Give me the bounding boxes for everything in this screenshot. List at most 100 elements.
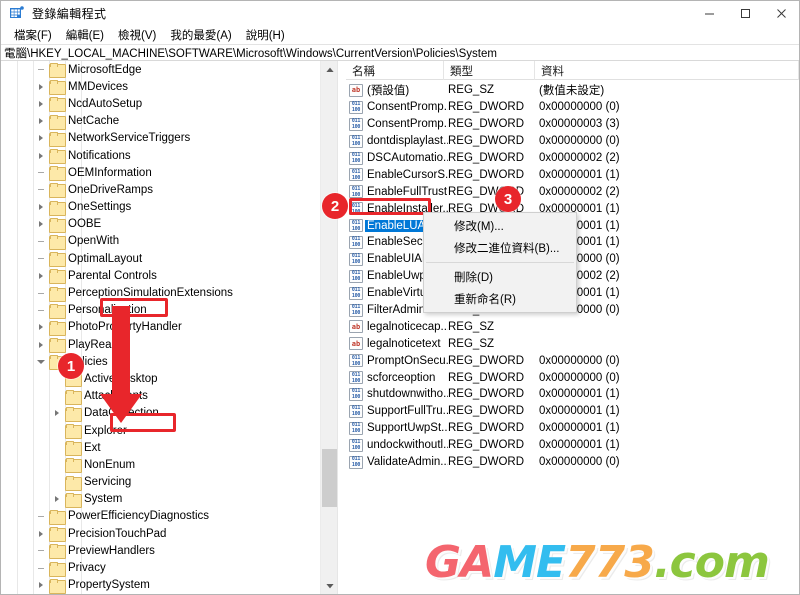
table-row[interactable]: ab legalnoticetext REG_SZ — [346, 335, 799, 352]
tree-item-ncdautosetup[interactable]: NcdAutoSetup — [2, 95, 320, 113]
tree-item-oobe[interactable]: OOBE — [2, 216, 320, 233]
chevron-right-icon[interactable] — [33, 268, 49, 284]
title-bar[interactable]: 登錄編輯程式 — [1, 1, 799, 25]
table-row[interactable]: 011 100 shutdownwitho... REG_DWORD 0x0000000… — [346, 386, 799, 403]
tree-item-parental-controls[interactable]: Parental Controls — [2, 267, 320, 285]
tree-item-nonenum[interactable]: NonEnum — [2, 456, 320, 474]
table-row[interactable]: 011 100 undockwithoutl... REG_DWORD 0x000000… — [346, 437, 799, 454]
registry-key-tree[interactable]: MicrosoftEdge MMDevices NcdAutoSetup NetCac… — [2, 61, 320, 594]
table-row[interactable]: 011 100 scforceoption REG_DWORD 0x00000000 (… — [346, 369, 799, 386]
table-row[interactable]: 011 100 DSCAutomatio... REG_DWORD 0x00000002… — [346, 150, 799, 167]
chevron-right-icon[interactable] — [33, 79, 49, 95]
chevron-right-icon[interactable] — [49, 405, 65, 421]
tree-item-previewhandlers[interactable]: PreviewHandlers — [2, 542, 320, 560]
maximize-button[interactable] — [727, 1, 763, 25]
context-menu-item-2[interactable]: 修改二進位資料(B)... — [424, 237, 576, 259]
dword-value-icon: 011 100 — [349, 168, 363, 182]
context-menu-item-3[interactable]: 刪除(D) — [424, 266, 576, 288]
tree-item-optimallayout[interactable]: OptimalLayout — [2, 250, 320, 268]
table-row[interactable]: 011 100 ConsentPromp... REG_DWORD 0x00000003… — [346, 116, 799, 133]
table-row[interactable]: 011 100 EnableFullTrust... REG_DWORD 0x00000… — [346, 183, 799, 200]
chevron-right-icon[interactable] — [33, 130, 49, 146]
value-name: SupportFullTru... — [367, 405, 448, 418]
tree-item-label: Privacy — [68, 562, 106, 575]
tree-item-policies[interactable]: Policies — [2, 353, 320, 371]
tree-item-precisiontouchpad[interactable]: PrecisionTouchPad — [2, 525, 320, 543]
table-row[interactable]: ab legalnoticecap... REG_SZ — [346, 318, 799, 335]
column-header-data[interactable]: 資料 — [535, 61, 799, 80]
tree-item-photopropertyhandler[interactable]: PhotoPropertyHandler — [2, 319, 320, 336]
chevron-right-icon[interactable] — [33, 319, 49, 335]
column-header-type[interactable]: 類型 — [444, 61, 535, 80]
tree-item-oeminformation[interactable]: OEMInformation — [2, 164, 320, 182]
scroll-up-arrow[interactable] — [321, 61, 337, 78]
context-menu-item-1[interactable]: 修改(M)... — [424, 215, 576, 237]
dword-value-icon: 011 100 — [349, 286, 363, 300]
tree-item-privacy[interactable]: Privacy — [2, 559, 320, 577]
chevron-right-icon[interactable] — [33, 199, 49, 215]
tree-item-onedriveramps[interactable]: OneDriveRamps — [2, 181, 320, 199]
values-column-header: 名稱 類型 資料 — [346, 61, 799, 80]
chevron-right-icon[interactable] — [33, 148, 49, 164]
chevron-right-icon[interactable] — [33, 337, 49, 353]
tree-item-attachments[interactable]: Attachments — [2, 388, 320, 405]
folder-icon — [65, 458, 82, 474]
column-header-name[interactable]: 名稱 — [346, 61, 444, 80]
tree-item-personalization[interactable]: Personalization — [2, 302, 320, 319]
menu-item-4[interactable]: 我的最愛(A) — [163, 26, 238, 44]
menu-item-2[interactable]: 編輯(E) — [59, 26, 111, 44]
tree-item-servicing[interactable]: Servicing — [2, 474, 320, 491]
folder-icon — [49, 286, 66, 302]
context-menu-item-4[interactable]: 重新命名(R) — [424, 288, 576, 310]
tree-item-netcache[interactable]: NetCache — [2, 113, 320, 130]
minimize-button[interactable] — [691, 1, 727, 25]
tree-item-label: Servicing — [84, 476, 132, 489]
tree-item-microsoftedge[interactable]: MicrosoftEdge — [2, 61, 320, 79]
tree-scrollbar-thumb[interactable] — [322, 449, 337, 507]
tree-item-propertysystem[interactable]: PropertySystem — [2, 577, 320, 594]
menu-item-3[interactable]: 檢視(V) — [111, 26, 163, 44]
table-row[interactable]: 011 100 EnableCursorS... REG_DWORD 0x0000000… — [346, 166, 799, 183]
menu-item-5[interactable]: 說明(H) — [239, 26, 292, 44]
tree-item-system[interactable]: System — [2, 491, 320, 508]
chevron-right-icon[interactable] — [49, 491, 65, 507]
value-context-menu[interactable]: 修改(M)... 修改二進位資料(B)... 刪除(D) 重新命名(R) — [423, 212, 577, 313]
value-type: REG_DWORD — [448, 101, 525, 114]
tree-item-label: PerceptionSimulationExtensions — [68, 287, 233, 300]
table-row[interactable]: ab (預設值) REG_SZ (數值未設定) — [346, 82, 799, 99]
tree-item-notifications[interactable]: Notifications — [2, 147, 320, 165]
table-row[interactable]: 011 100 SupportFullTru... REG_DWORD 0x000000… — [346, 403, 799, 420]
tree-item-datacollection[interactable]: DataCollection — [2, 405, 320, 422]
tree-item-perceptionsimulationextensions[interactable]: PerceptionSimulationExtensions — [2, 284, 320, 302]
table-row[interactable]: 011 100 ValidateAdmin... REG_DWORD 0x0000000… — [346, 454, 799, 471]
menu-item-1[interactable]: 檔案(F) — [7, 26, 59, 44]
tree-item-playready[interactable]: PlayReady — [2, 336, 320, 354]
tree-item-activedesktop[interactable]: ActiveDesktop — [2, 370, 320, 388]
tree-item-ext[interactable]: Ext — [2, 439, 320, 457]
registry-values-list[interactable]: ab (預設值) REG_SZ (數值未設定) 011 100 ConsentPromp..… — [346, 82, 799, 594]
chevron-right-icon[interactable] — [33, 216, 49, 232]
chevron-down-icon[interactable] — [33, 354, 49, 370]
tree-item-networkservicetriggers[interactable]: NetworkServiceTriggers — [2, 130, 320, 147]
tree-item-onesettings[interactable]: OneSettings — [2, 199, 320, 216]
tree-item-mmdevices[interactable]: MMDevices — [2, 78, 320, 96]
pane-splitter[interactable] — [338, 61, 346, 594]
address-bar[interactable]: 電腦\HKEY_LOCAL_MACHINE\SOFTWARE\Microsoft… — [1, 44, 799, 61]
table-row[interactable]: 011 100 PromptOnSecu... REG_DWORD 0x00000000… — [346, 352, 799, 369]
value-data: 0x00000000 (0) — [539, 456, 620, 469]
chevron-right-icon[interactable] — [33, 526, 49, 542]
close-button[interactable] — [763, 1, 799, 25]
table-row[interactable]: 011 100 dontdisplaylast... REG_DWORD 0x00000… — [346, 133, 799, 150]
tree-item-explorer[interactable]: Explorer — [2, 422, 320, 440]
scroll-down-arrow[interactable] — [321, 577, 337, 594]
chevron-right-icon[interactable] — [33, 577, 49, 593]
tree-item-powerefficiencydiagnostics[interactable]: PowerEfficiencyDiagnostics — [2, 508, 320, 525]
tree-item-openwith[interactable]: OpenWith — [2, 233, 320, 250]
table-row[interactable]: 011 100 SupportUwpSt... REG_DWORD 0x00000001… — [346, 420, 799, 437]
chevron-right-icon[interactable] — [33, 96, 49, 112]
tree-scrollbar[interactable] — [320, 61, 337, 594]
value-data: 0x00000001 (1) — [539, 439, 620, 452]
chevron-right-icon[interactable] — [33, 113, 49, 129]
table-row[interactable]: 011 100 ConsentPromp... REG_DWORD 0x00000000… — [346, 99, 799, 116]
